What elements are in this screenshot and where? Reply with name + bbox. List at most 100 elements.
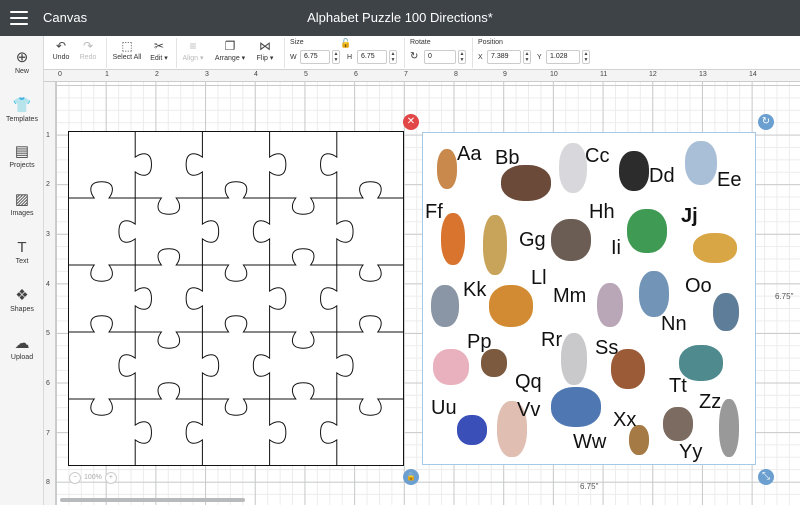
lock-aspect-toggle[interactable]: 🔓 [339, 35, 353, 51]
arrange-icon: ❐ [224, 39, 236, 53]
rotate-label: Rotate [410, 39, 431, 46]
urchin-illustration [457, 415, 487, 445]
lock-handle[interactable]: 🔒 [403, 469, 419, 485]
sidebar-item-upload[interactable]: ☁ Upload [0, 334, 44, 361]
letter-label: Kk [463, 279, 487, 301]
zoom-out-button[interactable]: − [69, 472, 81, 484]
elephant-illustration [685, 141, 717, 185]
edit-button[interactable]: ✂ Edit ▾ [146, 38, 172, 62]
horizontal-scrollbar[interactable] [60, 498, 245, 502]
sidebar-item-templates[interactable]: 👕 Templates [0, 96, 44, 123]
plus-circle-icon: ⊕ [15, 49, 29, 66]
shirt-icon: 👕 [12, 97, 32, 114]
letter-label: Tt [669, 375, 687, 397]
ruler-tick: 5 [46, 330, 50, 337]
document-title: Alphabet Puzzle 100 Directions* [307, 10, 493, 25]
toolbar: ↶ Undo ↷ Redo ⬚ Select All ✂ Edit ▾ ≡ Al… [44, 36, 800, 70]
ruler-tick: 3 [46, 231, 50, 238]
height-stepper[interactable]: ▲ ▼ [389, 50, 397, 64]
rotate-stepper[interactable]: ▲ ▼ [458, 50, 466, 64]
divider [106, 38, 107, 68]
ruler-tick: 10 [550, 71, 558, 78]
resize-icon: ⤡ [762, 471, 770, 482]
ruler-tick: 2 [155, 71, 159, 78]
ruler-tick: 7 [404, 71, 408, 78]
cat-illustration [559, 143, 587, 193]
letter-label: Yy [679, 441, 703, 463]
letter-label: Uu [431, 397, 457, 419]
undo-icon: ↶ [55, 39, 67, 53]
ruler-tick: 12 [649, 71, 657, 78]
zoom-control: −100% + [66, 472, 120, 484]
upload-icon: ☁ [14, 335, 30, 352]
sidebar-item-shapes[interactable]: ❖ Shapes [0, 286, 44, 313]
arrange-button[interactable]: ❐ Arrange ▾ [212, 38, 248, 62]
undo-button[interactable]: ↶ Undo [50, 38, 72, 61]
ruler-tick: 2 [46, 181, 50, 188]
letter-label: Pp [467, 331, 492, 353]
sidebar-item-text[interactable]: T Text [0, 238, 44, 265]
sidebar-item-projects[interactable]: ▤ Projects [0, 142, 44, 169]
rotate-handle[interactable]: ↻ [758, 114, 774, 130]
close-icon: ✕ [406, 116, 416, 127]
ruler-tick: 5 [304, 71, 308, 78]
dog-illustration [619, 151, 649, 191]
divider [472, 38, 473, 68]
position-label: Position [478, 39, 503, 46]
ruler-tick: 4 [254, 71, 258, 78]
koala-illustration [431, 285, 459, 327]
resize-handle[interactable]: ⤡ [758, 469, 774, 485]
whale-illustration [551, 387, 601, 427]
ruler-tick: 14 [749, 71, 757, 78]
height-input[interactable]: 6.75 [357, 50, 387, 64]
giraffe-illustration [483, 215, 507, 275]
puzzle-outline[interactable] [68, 131, 404, 466]
rotate-icon: ↻ [410, 51, 419, 62]
x-stepper[interactable]: ▲ ▼ [523, 50, 531, 64]
alphabet-artboard[interactable]: Aa Bb Cc Dd Ee Ff Gg Hh Ii Jj Kk Ll Mm N… [422, 132, 756, 465]
ruler-tick: 7 [46, 430, 50, 437]
ruler-tick: 6 [354, 71, 358, 78]
letter-label: Ww [573, 431, 607, 453]
select-all-button[interactable]: ⬚ Select All [110, 38, 144, 61]
shapes-icon: ❖ [15, 287, 29, 304]
zoom-value: 100% [84, 474, 102, 481]
letter-label: Mm [553, 285, 587, 307]
width-dimension-label: 6.75" [580, 482, 599, 491]
vertical-ruler: 1 2 3 4 5 6 7 8 [44, 82, 56, 505]
sidebar-item-new[interactable]: ⊕ New [0, 48, 44, 75]
hedgehog-illustration [551, 219, 591, 261]
lion-illustration [489, 285, 533, 327]
rotate-input[interactable]: 0 [424, 50, 456, 64]
letter-label: Ff [425, 201, 443, 223]
width-input[interactable]: 6.75 [300, 50, 330, 64]
letter-label: Ee [717, 169, 742, 191]
delete-handle[interactable]: ✕ [403, 114, 419, 130]
zoom-in-button[interactable]: + [104, 472, 117, 484]
x-input[interactable]: 7.389 [487, 50, 521, 64]
letter-label: Ll [531, 267, 547, 289]
rotate-icon: ↻ [761, 116, 771, 127]
letter-label: Ii [611, 237, 621, 259]
ruler-tick: 13 [699, 71, 707, 78]
fox-illustration [441, 213, 465, 265]
y-input[interactable]: 1.028 [546, 50, 580, 64]
iguana-illustration [627, 209, 667, 253]
letter-label: Jj [681, 205, 698, 227]
divider [284, 38, 285, 68]
letter-label: Ss [595, 337, 619, 359]
align-button[interactable]: ≡ Align ▾ [180, 38, 206, 62]
y-stepper[interactable]: ▲ ▼ [582, 50, 590, 64]
ruler-tick: 0 [58, 71, 62, 78]
ruler-tick: 4 [46, 281, 50, 288]
top-bar: Canvas Alphabet Puzzle 100 Directions* [0, 0, 800, 36]
redo-button[interactable]: ↷ Redo [77, 38, 99, 61]
jaguar-illustration [693, 233, 737, 263]
sidebar-item-images[interactable]: ▨ Images [0, 190, 44, 217]
letter-label: Nn [661, 313, 687, 335]
width-stepper[interactable]: ▲ ▼ [332, 50, 340, 64]
flip-button[interactable]: ⋈ Flip ▾ [252, 38, 278, 62]
owl-illustration [713, 293, 739, 331]
mouse-illustration [597, 283, 623, 327]
yak-illustration [663, 407, 693, 441]
